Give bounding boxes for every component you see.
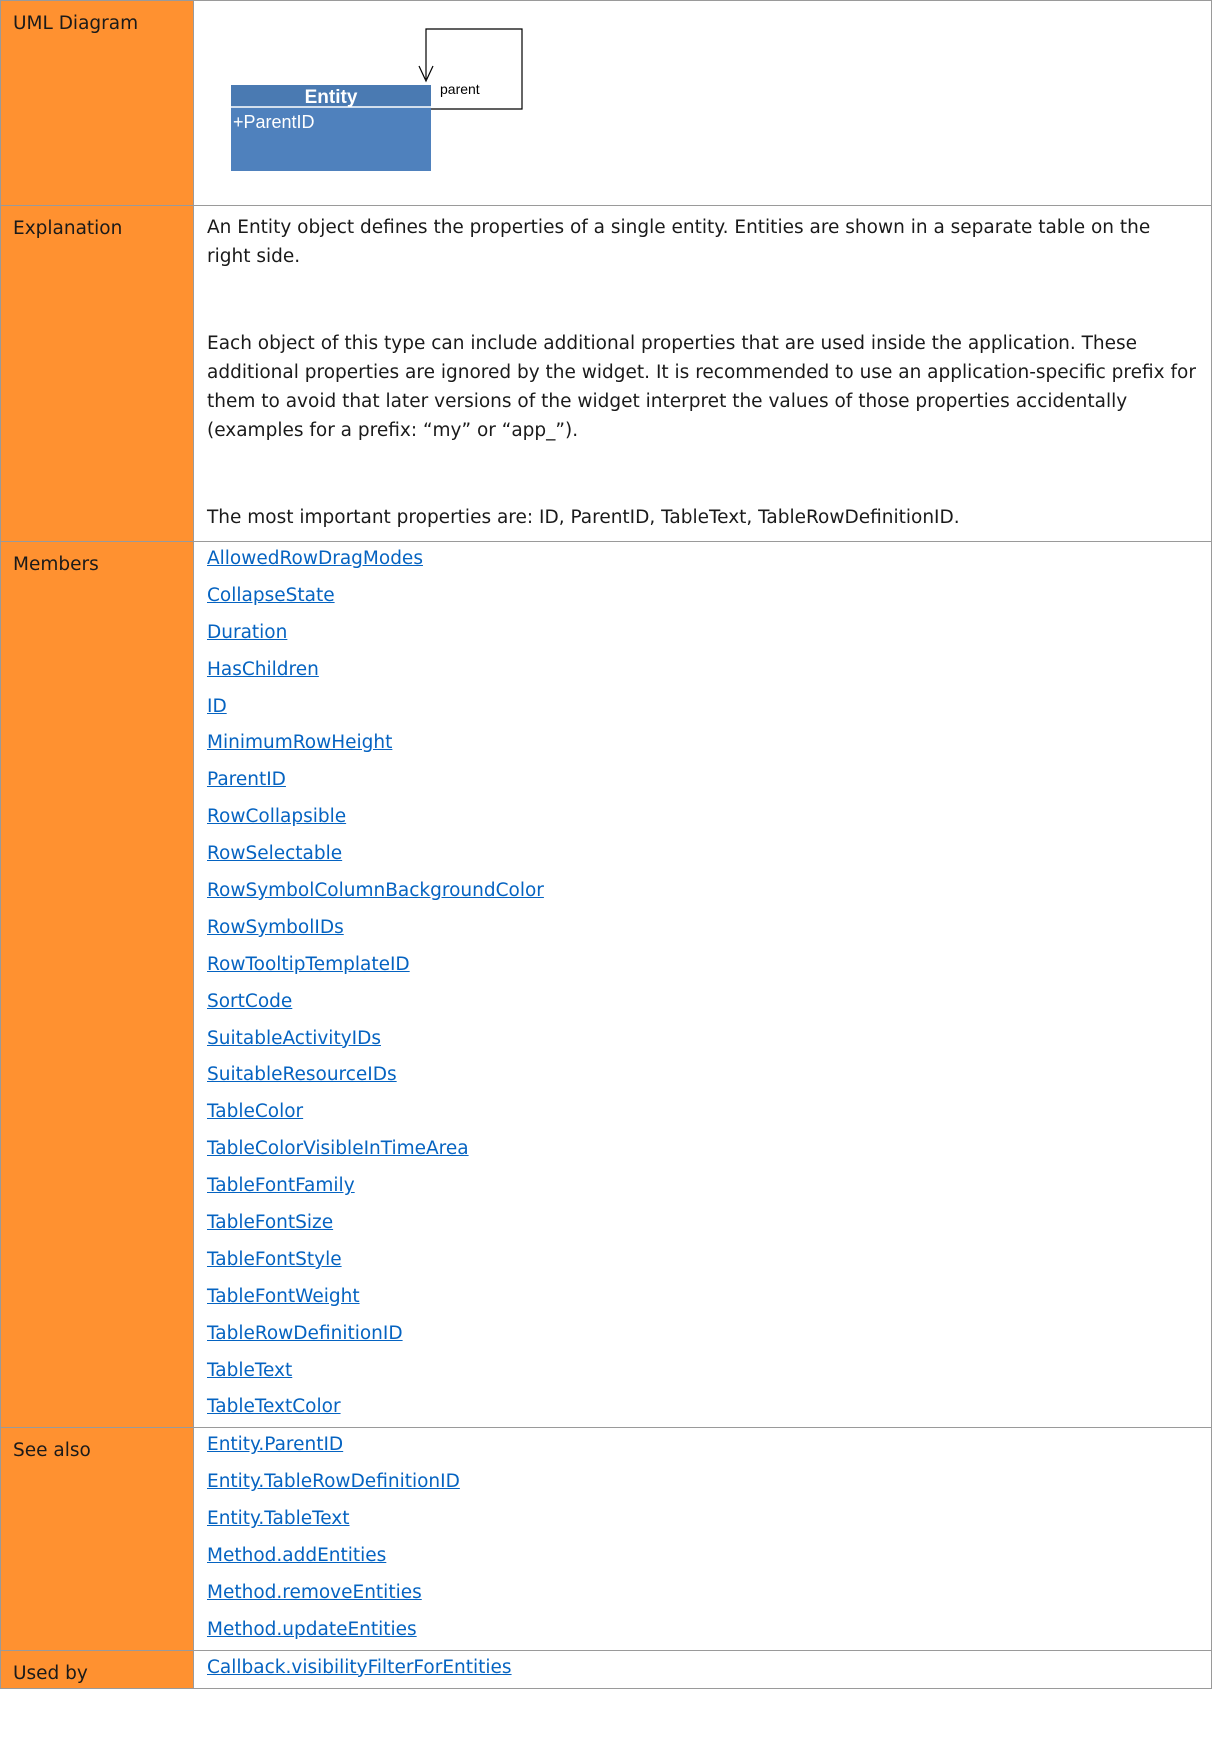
label-members: Members <box>0 540 194 1429</box>
member-item: AllowedRowDragModes <box>207 542 1201 579</box>
member-item: MinimumRowHeight <box>207 726 1201 763</box>
member-link[interactable]: TableRowDefinitionID <box>207 1323 403 1344</box>
row-see-also: See also Entity.ParentID Entity.TableRowD… <box>0 1427 1212 1651</box>
see-also-link[interactable]: Method.removeEntities <box>207 1582 422 1603</box>
member-item: RowSymbolIDs <box>207 911 1201 948</box>
member-link[interactable]: MinimumRowHeight <box>207 732 392 753</box>
member-link[interactable]: TableColor <box>207 1101 303 1122</box>
uml-diagram-svg: Entity +ParentID parent <box>231 28 523 171</box>
see-also-item: Entity.ParentID <box>207 1428 1201 1465</box>
member-link[interactable]: AllowedRowDragModes <box>207 548 423 569</box>
member-link[interactable]: HasChildren <box>207 659 319 680</box>
see-also-link[interactable]: Entity.TableText <box>207 1508 350 1529</box>
member-item: TableFontWeight <box>207 1280 1201 1317</box>
see-also-item: Method.removeEntities <box>207 1576 1201 1613</box>
members-cell: AllowedRowDragModes CollapseState Duration… <box>193 540 1212 1429</box>
uml-class-name: Entity <box>305 87 358 108</box>
member-link[interactable]: ID <box>207 696 227 717</box>
used-by-cell: Callback.visibilityFilterForEntities <box>193 1649 1212 1689</box>
used-by-list: Callback.visibilityFilterForEntities <box>207 1651 1201 1688</box>
uml-diagram-cell: Entity +ParentID parent <box>193 0 1212 206</box>
member-link[interactable]: SuitableActivityIDs <box>207 1028 381 1049</box>
see-also-cell: Entity.ParentID Entity.TableRowDefinition… <box>193 1427 1212 1651</box>
row-uml-diagram: UML Diagram Entity +ParentID parent <box>0 0 1212 206</box>
member-item: RowSelectable <box>207 837 1201 874</box>
row-explanation: Explanation An Entity object defines the… <box>0 205 1212 542</box>
member-item: HasChildren <box>207 653 1201 690</box>
see-also-list: Entity.ParentID Entity.TableRowDefinition… <box>207 1428 1201 1649</box>
uml-association-line <box>425 28 523 110</box>
member-link[interactable]: TableTextColor <box>207 1396 341 1417</box>
member-item: TableColorVisibleInTimeArea <box>207 1132 1201 1169</box>
member-link[interactable]: TableFontWeight <box>207 1286 360 1307</box>
member-link[interactable]: TableFontSize <box>207 1212 333 1233</box>
member-item: TableTextColor <box>207 1390 1201 1427</box>
uml-class-attribute: +ParentID <box>233 112 315 132</box>
member-item: TableColor <box>207 1095 1201 1132</box>
member-item: RowTooltipTemplateID <box>207 948 1201 985</box>
member-link[interactable]: TableText <box>207 1360 292 1381</box>
member-link[interactable]: RowSymbolColumnBackgroundColor <box>207 880 544 901</box>
label-explanation: Explanation <box>0 205 194 542</box>
member-item: TableFontFamily <box>207 1169 1201 1206</box>
member-item: RowSymbolColumnBackgroundColor <box>207 874 1201 911</box>
member-link[interactable]: RowSelectable <box>207 843 342 864</box>
member-link[interactable]: RowSymbolIDs <box>207 917 344 938</box>
member-item: SuitableActivityIDs <box>207 1022 1201 1059</box>
member-item: ID <box>207 690 1201 727</box>
explanation-paragraph-1: An Entity object defines the properties … <box>207 217 1151 267</box>
member-item: ParentID <box>207 763 1201 800</box>
see-also-link[interactable]: Method.addEntities <box>207 1545 386 1566</box>
member-item: SortCode <box>207 985 1201 1022</box>
member-link[interactable]: ParentID <box>207 769 286 790</box>
see-also-item: Entity.TableText <box>207 1502 1201 1539</box>
member-link[interactable]: SuitableResourceIDs <box>207 1064 397 1085</box>
uml-association-label: parent <box>440 81 480 97</box>
row-used-by: Used by Callback.visibilityFilterForEnti… <box>0 1649 1212 1689</box>
member-link[interactable]: TableColorVisibleInTimeArea <box>207 1138 469 1159</box>
explanation-cell: An Entity object defines the properties … <box>193 205 1212 542</box>
see-also-item: Method.addEntities <box>207 1539 1201 1576</box>
members-list: AllowedRowDragModes CollapseState Duration… <box>207 542 1201 1427</box>
explanation-paragraph-3: The most important properties are: ID, P… <box>207 507 960 528</box>
uml-diagram: Entity +ParentID parent <box>194 1 1094 191</box>
member-item: SuitableResourceIDs <box>207 1058 1201 1095</box>
entity-reference-table: UML Diagram Entity +ParentID parent Expl <box>0 0 1212 1689</box>
used-by-item: Callback.visibilityFilterForEntities <box>207 1651 1201 1688</box>
member-link[interactable]: TableFontStyle <box>207 1249 342 1270</box>
see-also-link[interactable]: Method.updateEntities <box>207 1619 417 1640</box>
member-link[interactable]: RowCollapsible <box>207 806 346 827</box>
member-item: TableText <box>207 1354 1201 1391</box>
member-link[interactable]: RowTooltipTemplateID <box>207 954 410 975</box>
see-also-link[interactable]: Entity.ParentID <box>207 1434 343 1455</box>
see-also-link[interactable]: Entity.TableRowDefinitionID <box>207 1471 460 1492</box>
member-item: TableFontSize <box>207 1206 1201 1243</box>
member-link[interactable]: CollapseState <box>207 585 335 606</box>
label-see-also: See also <box>0 1427 194 1651</box>
explanation-paragraph-2: Each object of this type can include add… <box>207 333 1196 441</box>
member-link[interactable]: TableFontFamily <box>207 1175 355 1196</box>
member-item: CollapseState <box>207 579 1201 616</box>
member-item: Duration <box>207 616 1201 653</box>
row-members: Members AllowedRowDragModes CollapseState… <box>0 540 1212 1429</box>
member-item: RowCollapsible <box>207 800 1201 837</box>
label-used-by: Used by <box>0 1649 194 1689</box>
member-link[interactable]: Duration <box>207 622 287 643</box>
see-also-item: Method.updateEntities <box>207 1613 1201 1650</box>
member-item: TableRowDefinitionID <box>207 1317 1201 1354</box>
member-link[interactable]: SortCode <box>207 991 292 1012</box>
member-item: TableFontStyle <box>207 1243 1201 1280</box>
label-uml-diagram: UML Diagram <box>0 0 194 206</box>
used-by-link[interactable]: Callback.visibilityFilterForEntities <box>207 1657 512 1678</box>
see-also-item: Entity.TableRowDefinitionID <box>207 1465 1201 1502</box>
